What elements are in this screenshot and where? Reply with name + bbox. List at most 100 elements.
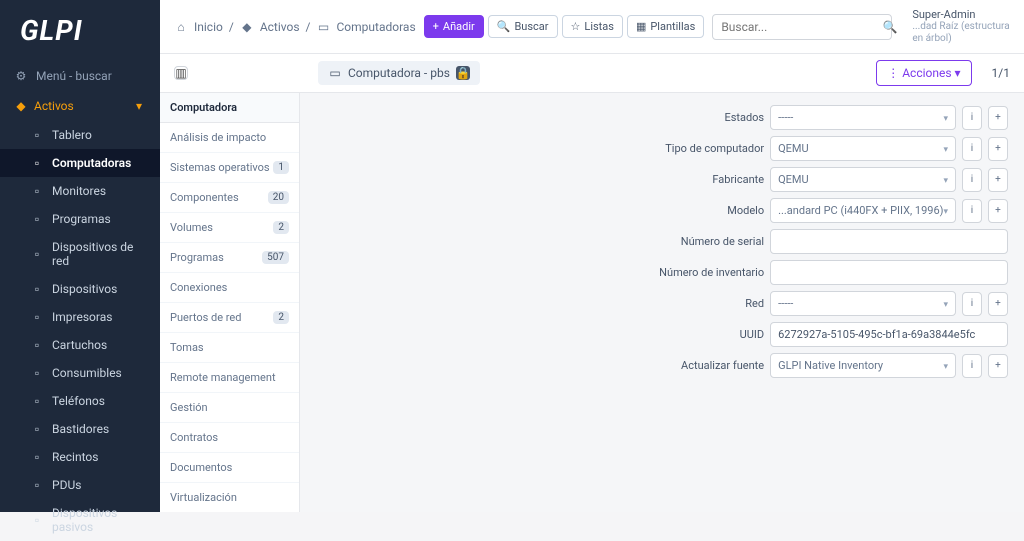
info-icon[interactable]: i: [962, 292, 982, 316]
lists-button[interactable]: ☆Listas: [562, 15, 623, 38]
tab[interactable]: Conexiones: [160, 273, 299, 303]
crumb-assets[interactable]: Activos: [260, 20, 300, 34]
nav-icon: ▫: [30, 212, 44, 226]
nav-icon: ▫: [30, 338, 44, 352]
user-org: ...dad Raíz (estructura en árbol): [912, 21, 1010, 45]
sidebar-item[interactable]: ▫Tablero: [0, 121, 160, 149]
logo: GLPI: [0, 0, 160, 61]
topbar: ⌂ Inicio / ◆ Activos / ▭ Computadoras +A…: [160, 0, 1024, 54]
tab[interactable]: Tomas: [160, 333, 299, 363]
tab[interactable]: Remote management: [160, 363, 299, 393]
sidebar-item[interactable]: ▫Dispositivos de red: [0, 233, 160, 275]
net-select[interactable]: -----: [770, 291, 956, 316]
panel-icon[interactable]: ▥: [174, 66, 188, 80]
user-info[interactable]: Super-Admin ...dad Raíz (estructura en á…: [912, 8, 1010, 45]
info-icon[interactable]: i: [962, 199, 982, 223]
plus-icon[interactable]: +: [988, 292, 1008, 316]
plus-icon[interactable]: +: [988, 168, 1008, 192]
nav-icon: ▫: [30, 184, 44, 198]
sidebar-item[interactable]: ▫Impresoras: [0, 303, 160, 331]
nav-icon: ▫: [30, 156, 44, 170]
sidebar-item[interactable]: ▫Consumibles: [0, 359, 160, 387]
model-select[interactable]: ...andard PC (i440FX + PIIX, 1996): [770, 198, 956, 223]
sidebar-item[interactable]: ▫Dispositivos: [0, 275, 160, 303]
cube-icon: ◆: [240, 20, 254, 34]
tab[interactable]: Sistemas operativos1: [160, 153, 299, 183]
tab[interactable]: Gestión: [160, 393, 299, 423]
sidebar-item[interactable]: ▫Computadoras: [0, 149, 160, 177]
type-select[interactable]: QEMU: [770, 136, 956, 161]
nav-icon: ▫: [30, 513, 44, 527]
global-search[interactable]: 🔍: [712, 14, 892, 40]
sidebar-item[interactable]: ▫Bastidores: [0, 415, 160, 443]
count-badge: 1: [273, 161, 289, 174]
source-select[interactable]: GLPI Native Inventory: [770, 353, 956, 378]
tab[interactable]: Programas507: [160, 243, 299, 273]
info-icon[interactable]: i: [962, 137, 982, 161]
actions-button[interactable]: ⋮ Acciones ▾: [876, 60, 971, 86]
search-button[interactable]: 🔍Buscar: [488, 15, 558, 38]
side-tabs: ComputadoraAnálisis de impactoSistemas o…: [160, 93, 300, 512]
add-button[interactable]: +Añadir: [424, 15, 484, 38]
search-icon: 🔍: [883, 20, 897, 34]
manuf-select[interactable]: QEMU: [770, 167, 956, 192]
nav-icon: ▫: [30, 247, 44, 261]
tab[interactable]: Análisis de impacto: [160, 123, 299, 153]
serial-input[interactable]: [770, 229, 1008, 254]
uuid-input[interactable]: [770, 322, 1008, 347]
sidebar-item[interactable]: ▫Recintos: [0, 443, 160, 471]
cube-icon: ◆: [14, 99, 28, 113]
info-icon[interactable]: i: [962, 168, 982, 192]
tab[interactable]: Componentes20: [160, 183, 299, 213]
tab[interactable]: Virtualización: [160, 483, 299, 512]
laptop-icon: ▭: [316, 20, 330, 34]
plus-icon[interactable]: +: [988, 137, 1008, 161]
status-select[interactable]: -----: [770, 105, 956, 130]
search-icon: 🔍: [497, 20, 511, 33]
sidebar-item[interactable]: ▫PDUs: [0, 471, 160, 499]
sidebar-item[interactable]: ▫Dispositivos pasivos: [0, 499, 160, 541]
tab[interactable]: Puertos de red2: [160, 303, 299, 333]
home-icon: ⌂: [174, 20, 188, 34]
info-icon[interactable]: i: [962, 106, 982, 130]
laptop-icon: ▭: [328, 66, 342, 80]
menu-search-label: Menú - buscar: [36, 69, 112, 83]
chevron-down-icon: ▾: [132, 99, 146, 113]
plus-icon[interactable]: +: [988, 199, 1008, 223]
nav-icon: ▫: [30, 366, 44, 380]
tab[interactable]: Computadora: [160, 93, 299, 123]
sidebar-item[interactable]: ▫Programas: [0, 205, 160, 233]
nav-icon: ▫: [30, 394, 44, 408]
crumb-home[interactable]: Inicio: [194, 20, 223, 34]
nav-section-activos[interactable]: ◆Activos ▾: [0, 91, 160, 121]
item-chip: ▭ Computadora - pbs 🔒: [318, 61, 480, 85]
plus-icon[interactable]: +: [988, 354, 1008, 378]
nav-icon: ▫: [30, 478, 44, 492]
sidebar-item[interactable]: ▫Monitores: [0, 177, 160, 205]
menu-search[interactable]: ⚙ Menú - buscar: [0, 61, 160, 91]
search-input[interactable]: [721, 20, 877, 34]
breadcrumb: ⌂ Inicio / ◆ Activos / ▭ Computadoras: [174, 20, 416, 34]
pager: 1/1: [992, 66, 1010, 80]
crumb-computers[interactable]: Computadoras: [336, 20, 415, 34]
count-badge: 507: [262, 251, 289, 264]
templates-button[interactable]: ▦Plantillas: [627, 15, 704, 38]
plus-icon[interactable]: +: [988, 106, 1008, 130]
nav-icon: ▫: [30, 310, 44, 324]
nav-icon: ▫: [30, 128, 44, 142]
settings-icon: ⚙: [14, 69, 28, 83]
toolbar-buttons: +Añadir 🔍Buscar ☆Listas ▦Plantillas: [424, 15, 705, 38]
tab[interactable]: Contratos: [160, 423, 299, 453]
inventory-input[interactable]: [770, 260, 1008, 285]
tab[interactable]: Volumes2: [160, 213, 299, 243]
sidebar-item[interactable]: ▫Cartuchos: [0, 331, 160, 359]
sidebar-item[interactable]: ▫Teléfonos: [0, 387, 160, 415]
info-icon[interactable]: i: [962, 354, 982, 378]
sidebar: GLPI ⚙ Menú - buscar ◆Activos ▾ ▫Tablero…: [0, 0, 160, 512]
toolbar2: ▥ ▭ Computadora - pbs 🔒 ⋮ Acciones ▾ 1/1: [160, 54, 1024, 93]
plus-icon: +: [433, 20, 439, 33]
tab[interactable]: Documentos: [160, 453, 299, 483]
nav-icon: ▫: [30, 422, 44, 436]
count-badge: 2: [273, 221, 289, 234]
form: Estados-----i+Tipo de computadorQEMUi+Fa…: [300, 93, 1024, 512]
